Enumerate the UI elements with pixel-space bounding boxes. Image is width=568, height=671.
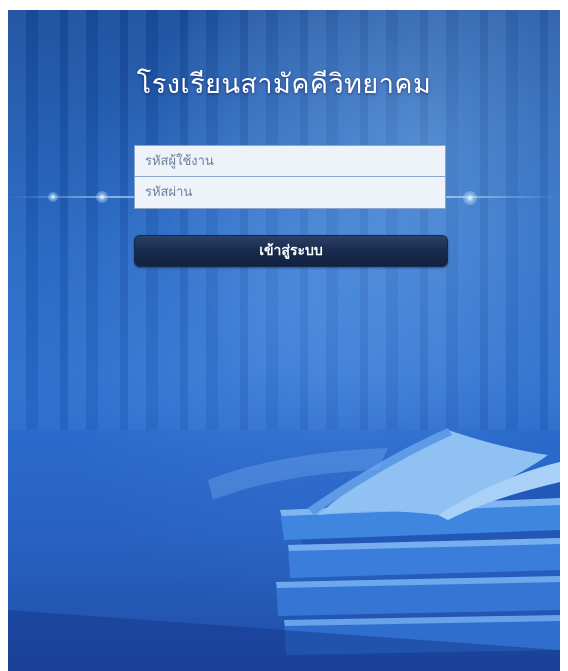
login-screen: โรงเรียนสามัคคีวิทยาคม เข้าสู่ระบบ <box>8 10 560 671</box>
login-button[interactable]: เข้าสู่ระบบ <box>134 235 448 267</box>
username-field[interactable] <box>134 145 446 177</box>
books-illustration <box>8 428 560 671</box>
password-field[interactable] <box>134 177 446 209</box>
school-title: โรงเรียนสามัคคีวิทยาคม <box>136 69 432 100</box>
login-form <box>134 145 446 209</box>
